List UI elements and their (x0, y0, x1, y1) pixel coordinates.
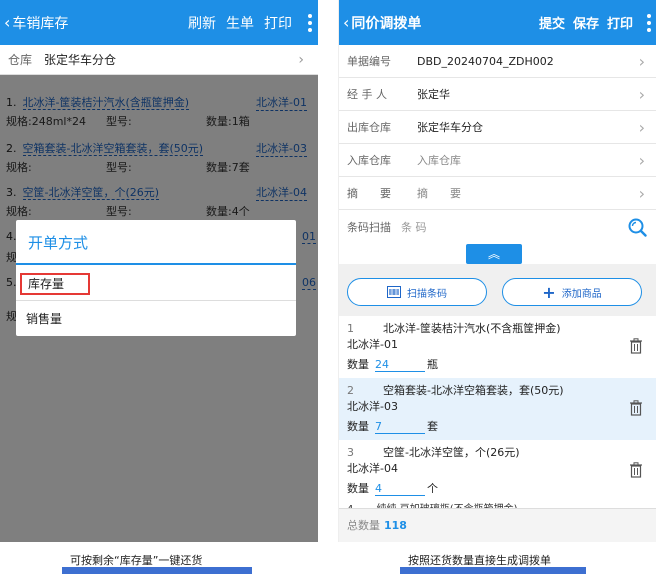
page-title: 同价调拨单 (351, 15, 422, 32)
option-stock-quantity[interactable]: 库存量 (20, 273, 90, 295)
line-name: 北冰洋-筐装桔汁汽水(不含瓶筐押金) (383, 322, 561, 335)
line-qty-label: 数量 (347, 482, 369, 495)
line-code: 北冰洋-04 (347, 462, 398, 475)
field-label: 出库仓库 (347, 121, 391, 134)
save-button[interactable]: 保存 (573, 13, 599, 32)
line-qty-label: 数量 (347, 420, 369, 433)
quantity-input[interactable]: 7 (375, 420, 425, 434)
field-handler[interactable]: 经 手 人 张定华 › (339, 78, 656, 111)
line-unit: 套 (427, 420, 438, 433)
header-actions: 刷新 生单 打印 (188, 0, 312, 45)
table-row[interactable]: 3 空筐-北冰洋空筐，个(26元) 北冰洋-04 数量 4 个 (339, 440, 656, 502)
table-row[interactable]: 1 北冰洋-筐装桔汁汽水(不含瓶筐押金) 北冰洋-01 数量 24 瓶 (339, 316, 656, 378)
quantity-input[interactable]: 24 (375, 358, 425, 372)
line-qty-label: 数量 (347, 358, 369, 371)
total-value: 118 (384, 519, 407, 532)
scan-barcode-button[interactable]: 扫描条码 (347, 278, 487, 306)
total-label: 总数量 (347, 519, 380, 532)
line-unit: 个 (427, 482, 438, 495)
barcode-input[interactable]: 条 码 (401, 219, 427, 235)
warehouse-row[interactable]: 仓库 张定华车分仓 › (0, 45, 318, 75)
stock-screen: ‹ 车销库存 刷新 生单 打印 仓库 张定华车分仓 › 1.北冰洋-筐装桔汁汽水… (0, 0, 318, 542)
caption-left: 可按剩余“库存量”一键还货 (70, 554, 203, 567)
more-menu-icon[interactable] (647, 13, 651, 32)
collapse-button[interactable]: ︽ (466, 244, 522, 264)
quantity-input[interactable]: 4 (375, 482, 425, 496)
field-label: 摘 要 (347, 187, 391, 200)
chevron-right-icon: › (638, 183, 645, 203)
action-buttons: 扫描条码 + 添加商品 (339, 264, 656, 316)
field-label: 单据编号 (347, 55, 391, 68)
line-name: 空箱套装-北冰洋空箱套装，套(50元) (383, 384, 564, 397)
caption-underline (62, 567, 252, 574)
chevron-right-icon: › (638, 84, 645, 104)
field-doc-number[interactable]: 单据编号 DBD_20240704_ZDH002 › (339, 45, 656, 78)
chevron-right-icon: › (298, 51, 304, 68)
field-out-warehouse[interactable]: 出库仓库 张定华车分仓 › (339, 111, 656, 144)
total-bar: 总数量 118 (339, 508, 656, 542)
field-summary[interactable]: 摘 要 摘 要 › (339, 177, 656, 210)
field-value: 张定华车分仓 (417, 121, 483, 134)
field-label: 条码扫描 (347, 220, 391, 234)
line-name: 空筐-北冰洋空筐，个(26元) (383, 446, 520, 459)
barcode-icon (387, 286, 401, 298)
line-code: 北冰洋-01 (347, 338, 398, 351)
barcode-scan-row: 条码扫描 条 码 (339, 210, 656, 243)
option-sales-quantity[interactable]: 销售量 (26, 310, 62, 327)
print-button[interactable]: 打印 (264, 13, 292, 33)
table-row[interactable]: 2 空箱套装-北冰洋空箱套装，套(50元) 北冰洋-03 数量 7 套 (339, 378, 656, 440)
order-mode-dialog: 开单方式 库存量 销售量 (16, 220, 296, 336)
back-icon[interactable]: ‹ (4, 13, 10, 32)
more-menu-icon[interactable] (308, 13, 312, 32)
transfer-header: ‹ 同价调拨单 提交 保存 打印 (339, 0, 656, 45)
dialog-divider (16, 263, 296, 265)
caption-underline (400, 567, 586, 574)
plus-icon: + (542, 282, 556, 302)
chevron-right-icon: › (638, 150, 645, 170)
line-index: 3 (347, 446, 354, 459)
warehouse-value: 张定华车分仓 (44, 53, 117, 67)
back-icon[interactable]: ‹ (343, 13, 349, 32)
search-icon[interactable] (627, 217, 647, 237)
caption-right: 按照还货数量直接生成调拨单 (408, 554, 551, 567)
field-label: 经 手 人 (347, 88, 387, 101)
field-placeholder: 入库仓库 (417, 154, 461, 167)
screenshot-stage: ‹ 车销库存 刷新 生单 打印 仓库 张定华车分仓 › 1.北冰洋-筐装桔汁汽水… (0, 0, 663, 586)
line-index: 1 (347, 322, 354, 335)
page-title: 车销库存 (12, 15, 69, 32)
line-index: 2 (347, 384, 354, 397)
chevron-right-icon: › (638, 51, 645, 71)
print-button[interactable]: 打印 (607, 13, 633, 32)
add-product-label: 添加商品 (561, 288, 602, 300)
submit-button[interactable]: 提交 (539, 13, 565, 32)
line-unit: 瓶 (427, 358, 438, 371)
field-placeholder: 摘 要 (417, 187, 461, 200)
refresh-button[interactable]: 刷新 (188, 13, 216, 33)
transfer-screen: ‹ 同价调拨单 提交 保存 打印 单据编号 DBD_20240704_ZDH00… (338, 0, 656, 542)
line-code: 北冰洋-03 (347, 400, 398, 413)
trash-icon[interactable] (629, 462, 643, 478)
chevron-right-icon: › (638, 117, 645, 137)
field-value: 张定华 (417, 88, 450, 101)
add-product-button[interactable]: + 添加商品 (502, 278, 642, 306)
header-actions: 提交 保存 打印 (539, 0, 651, 45)
stock-header: ‹ 车销库存 刷新 生单 打印 (0, 0, 318, 45)
warehouse-label: 仓库 (8, 53, 33, 67)
option-divider (16, 300, 296, 301)
scan-barcode-label: 扫描条码 (407, 288, 447, 300)
field-label: 入库仓库 (347, 154, 391, 167)
trash-icon[interactable] (629, 338, 643, 354)
field-value: DBD_20240704_ZDH002 (417, 54, 554, 68)
generate-button[interactable]: 生单 (226, 13, 254, 33)
dialog-title: 开单方式 (28, 234, 89, 252)
trash-icon[interactable] (629, 400, 643, 416)
field-in-warehouse[interactable]: 入库仓库 入库仓库 › (339, 144, 656, 177)
